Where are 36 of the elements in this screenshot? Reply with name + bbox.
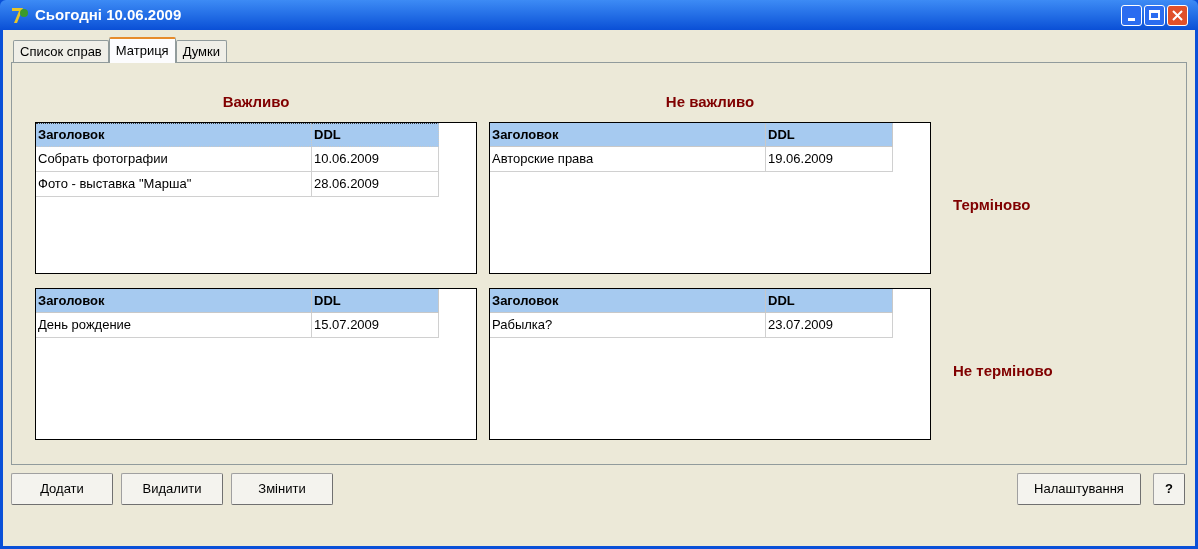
minimize-button[interactable] bbox=[1121, 4, 1142, 26]
table-cell: 10.06.2009 bbox=[312, 147, 439, 172]
column-header[interactable]: DDL bbox=[312, 289, 439, 313]
table-cell: 23.07.2009 bbox=[766, 313, 893, 338]
column-label: Важливо bbox=[222, 92, 290, 112]
action-button[interactable]: Змінити bbox=[231, 473, 333, 505]
tab[interactable]: Список справ bbox=[13, 40, 109, 62]
close-icon bbox=[1172, 9, 1183, 21]
app-logo-icon bbox=[10, 5, 30, 25]
row-label: Терміново bbox=[953, 194, 1031, 215]
column-header[interactable]: Заголовок bbox=[36, 289, 312, 313]
action-button[interactable]: ? bbox=[1153, 473, 1185, 505]
action-button[interactable]: Видалити bbox=[121, 473, 223, 505]
column-header[interactable]: DDL bbox=[312, 123, 439, 147]
table-cell: 15.07.2009 bbox=[312, 313, 439, 338]
window-title: Сьогодні 10.06.2009 bbox=[35, 4, 182, 25]
column-header[interactable]: DDL bbox=[766, 123, 893, 147]
table-cell: Фото - выставка "Марша" bbox=[36, 172, 312, 197]
table-cell: Рабылка? bbox=[490, 313, 766, 338]
table-cell: 28.06.2009 bbox=[312, 172, 439, 197]
table-cell: День рождение bbox=[36, 313, 312, 338]
table-cell: Авторские права bbox=[490, 147, 766, 172]
tab[interactable]: Матриця bbox=[108, 37, 176, 63]
table-cell: Собрать фотографии bbox=[36, 147, 312, 172]
close-button[interactable] bbox=[1167, 4, 1188, 26]
column-label: Не важливо bbox=[665, 92, 755, 112]
row-label: Не терміново bbox=[953, 360, 1053, 381]
column-header[interactable]: Заголовок bbox=[36, 123, 312, 147]
action-button[interactable]: Налаштування bbox=[1017, 473, 1141, 505]
table-cell: 19.06.2009 bbox=[766, 147, 893, 172]
column-header[interactable]: Заголовок bbox=[490, 123, 766, 147]
column-header[interactable]: Заголовок bbox=[490, 289, 766, 313]
maximize-button[interactable] bbox=[1144, 4, 1165, 26]
column-header[interactable]: DDL bbox=[766, 289, 893, 313]
action-button[interactable]: Додати bbox=[11, 473, 113, 505]
tab[interactable]: Думки bbox=[175, 40, 227, 62]
